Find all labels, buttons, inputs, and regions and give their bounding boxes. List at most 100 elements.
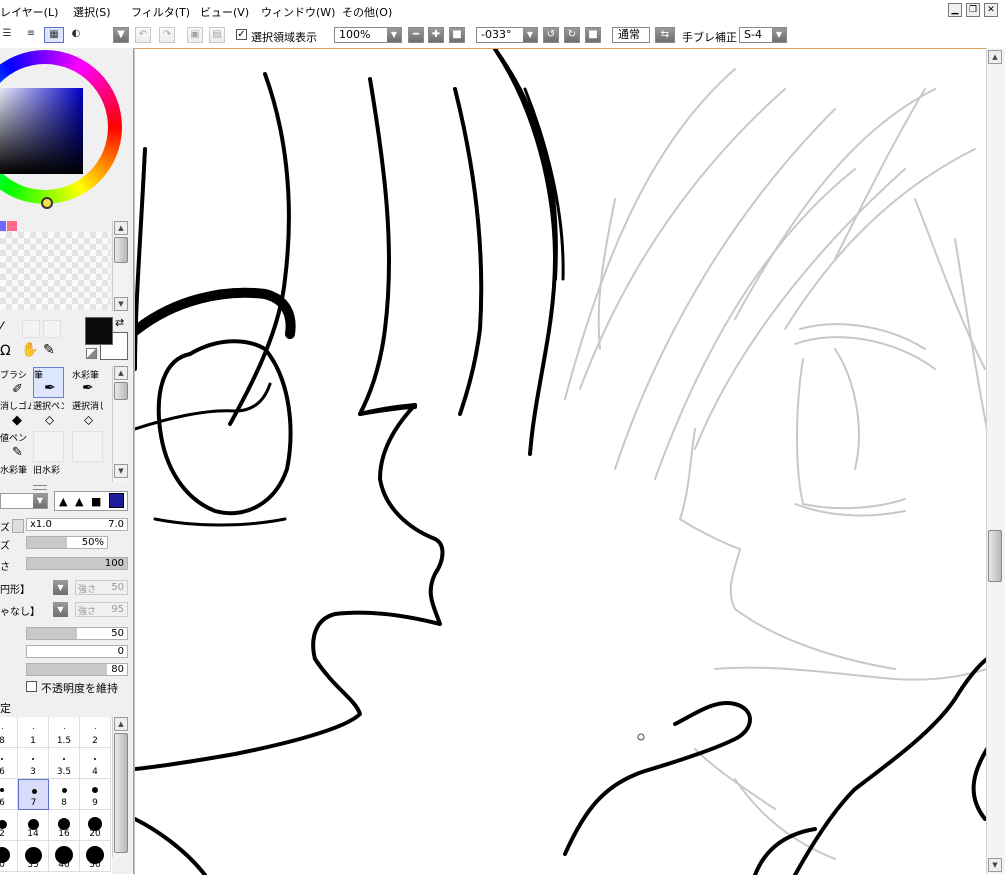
tool-pen[interactable]: 値ペン ✎: [0, 431, 31, 462]
panel-splitter-handle[interactable]: [33, 485, 47, 490]
shape-strength-field[interactable]: 強さ 50: [75, 580, 128, 595]
reset-colors-icon[interactable]: [86, 348, 97, 359]
drawing-canvas[interactable]: [134, 48, 987, 875]
persistence-slider[interactable]: 80: [26, 663, 128, 676]
brush-size-cell[interactable]: 16: [49, 810, 80, 841]
menu-other[interactable]: その他(O): [342, 4, 392, 20]
hand-icon[interactable]: ✋: [21, 342, 38, 358]
brush-size-cell[interactable]: 40: [49, 841, 80, 872]
brush-size-cell[interactable]: 50: [80, 841, 111, 872]
redo-button[interactable]: ↷: [159, 27, 175, 43]
restore-button[interactable]: ❐: [966, 3, 980, 17]
tool-eraser[interactable]: 消しゴム ◆: [0, 399, 31, 430]
brush-size-cell[interactable]: 2: [0, 810, 18, 841]
density-slider[interactable]: 50%: [26, 536, 108, 549]
brush-size-scrollbar[interactable]: ▲: [112, 717, 128, 857]
menu-select[interactable]: 選択(S): [73, 4, 111, 20]
list-view-icon[interactable]: ≡: [22, 27, 40, 43]
rotation-select[interactable]: -033° ▼: [476, 27, 538, 43]
tool-airbrush[interactable]: ブラシ ✐: [0, 368, 31, 399]
tip-square-icon[interactable]: [109, 493, 124, 508]
brush-size-cell[interactable]: 8: [49, 779, 80, 810]
menu-view[interactable]: ビュー(V): [200, 4, 249, 20]
texture-strength-field[interactable]: 強さ 95: [75, 602, 128, 617]
menu-window[interactable]: ウィンドウ(W): [261, 4, 335, 20]
scroll-thumb[interactable]: [114, 382, 128, 400]
scroll-thumb[interactable]: [114, 733, 128, 853]
brush-size-cell[interactable]: 9: [80, 779, 111, 810]
texture-select[interactable]: ゃなし】: [0, 602, 52, 618]
show-selection-checkbox[interactable]: ✓: [236, 29, 247, 40]
rotate-reset-button[interactable]: ■: [585, 27, 601, 43]
scroll-thumb[interactable]: [114, 237, 128, 263]
third-slider[interactable]: 100: [26, 557, 128, 570]
deselect-button[interactable]: ▣: [187, 27, 203, 43]
rotate-right-button[interactable]: ↻: [564, 27, 580, 43]
scroll-up-icon[interactable]: ▲: [988, 50, 1002, 64]
swatch-area[interactable]: [0, 232, 110, 310]
canvas-vertical-scrollbar[interactable]: ▲ ▼: [986, 48, 1005, 874]
brush-size-cell[interactable]: 6: [0, 779, 18, 810]
chevron-down-icon[interactable]: ▼: [53, 602, 68, 617]
shape-select[interactable]: 円形】: [0, 580, 52, 596]
swatch-blue[interactable]: [0, 221, 6, 231]
scroll-up-icon[interactable]: ▲: [114, 221, 128, 235]
brush-size-cell[interactable]: 6: [0, 748, 18, 779]
zoom-in-button[interactable]: ✚: [428, 27, 444, 43]
undo-button[interactable]: ↶: [135, 27, 151, 43]
saturation-value-square[interactable]: [0, 88, 83, 174]
menu-filter[interactable]: フィルタ(T): [131, 4, 190, 20]
tool-watercolor[interactable]: 水彩筆 ✒: [72, 368, 103, 399]
scroll-down-icon[interactable]: ▼: [114, 297, 128, 311]
brush-size-cell[interactable]: 14: [18, 810, 49, 841]
hue-marker-icon[interactable]: [41, 197, 53, 209]
toolbar-dropdown-button[interactable]: ▼: [113, 27, 129, 43]
zoom-reset-button[interactable]: ■: [449, 27, 465, 43]
blend-slider[interactable]: 50: [26, 627, 128, 640]
scroll-down-icon[interactable]: ▼: [114, 464, 128, 478]
tip-flat-icon[interactable]: ■: [91, 495, 101, 508]
zoom-out-button[interactable]: ━: [408, 27, 424, 43]
panel-layout-icon[interactable]: ☰: [0, 27, 14, 43]
brush-size-cell[interactable]: 35: [18, 841, 49, 872]
grid-view-icon[interactable]: ▦: [44, 27, 64, 43]
brush-size-cell[interactable]: 8: [0, 717, 18, 748]
tool-scrollbar[interactable]: ▲ ▼: [112, 366, 128, 482]
scroll-up-icon[interactable]: ▲: [114, 366, 128, 380]
brush-size-cell[interactable]: 3.5: [49, 748, 80, 779]
swatch-pink[interactable]: [7, 221, 17, 231]
brush-size-cell[interactable]: 2: [80, 717, 111, 748]
preview-icon[interactable]: ◐: [68, 27, 84, 43]
invert-selection-button[interactable]: ▤: [209, 27, 225, 43]
flip-horizontal-button[interactable]: ⇆: [655, 27, 675, 43]
brush-size-cell[interactable]: 1.5: [49, 717, 80, 748]
chevron-down-icon[interactable]: ▼: [53, 580, 68, 595]
brush-size-cell[interactable]: 3: [18, 748, 49, 779]
scroll-thumb[interactable]: [988, 530, 1002, 582]
magic-wand-icon[interactable]: ⁄: [0, 320, 2, 336]
lasso-icon[interactable]: Ω: [0, 343, 11, 359]
tip-sharp-icon[interactable]: ▲: [59, 495, 67, 508]
rotate-left-button[interactable]: ↺: [543, 27, 559, 43]
swatch-scrollbar[interactable]: ▲ ▼: [112, 221, 128, 311]
size-slider[interactable]: x1.0 7.0: [26, 518, 128, 531]
dilution-slider[interactable]: 0: [26, 645, 128, 658]
keep-opacity-checkbox[interactable]: [26, 681, 37, 692]
zoom-select[interactable]: 100% ▼: [334, 27, 402, 43]
tool-watercolor-2[interactable]: 水彩筆: [0, 463, 31, 494]
tool-select-pen[interactable]: 選択ペン ⬦: [33, 399, 64, 430]
eyedropper-icon[interactable]: ✎: [43, 342, 55, 358]
swap-colors-icon[interactable]: ⇄: [115, 316, 124, 329]
brush-size-cell[interactable]: 4: [80, 748, 111, 779]
brush-size-cell[interactable]: 0: [0, 841, 18, 872]
brush-mode-select[interactable]: ▼: [0, 493, 48, 509]
brush-size-cell[interactable]: 1: [18, 717, 49, 748]
minimize-button[interactable]: ▁: [948, 3, 962, 17]
size-multiplier-icon[interactable]: [12, 519, 24, 533]
menu-layer[interactable]: レイヤー(L): [0, 4, 58, 20]
brush-size-cell[interactable]: 20: [80, 810, 111, 841]
tool-brush[interactable]: 筆 ✒: [33, 367, 64, 398]
blend-mode-button[interactable]: 通常: [612, 27, 650, 43]
tip-round-icon[interactable]: ▲: [75, 495, 83, 508]
primary-color-box-front[interactable]: [85, 317, 113, 345]
